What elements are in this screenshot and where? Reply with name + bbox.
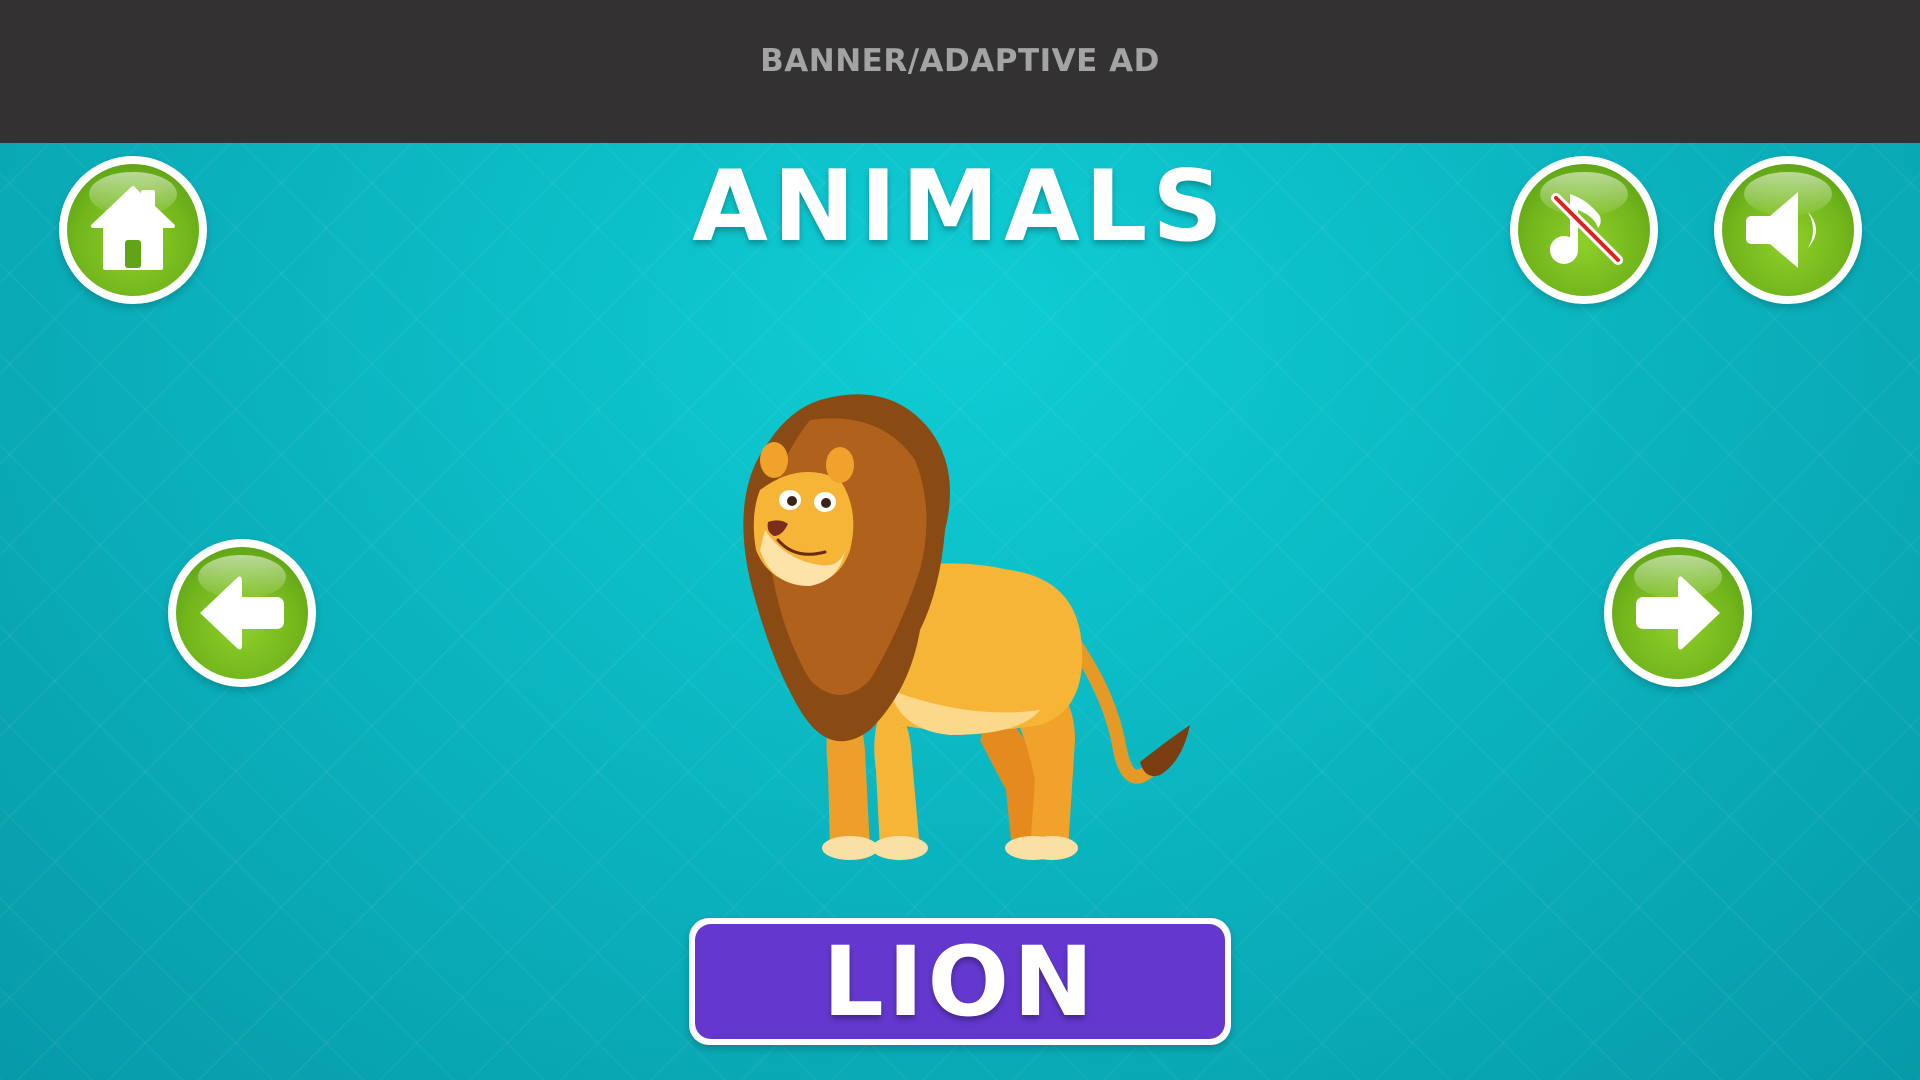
sound-button[interactable] [1714, 156, 1862, 304]
arrow-right-icon [1636, 576, 1720, 650]
animal-name-plate[interactable]: LION [689, 918, 1231, 1045]
ad-banner[interactable]: BANNER/ADAPTIVE AD [0, 0, 1920, 143]
lion-illustration [743, 394, 1190, 860]
game-screen: BANNER/ADAPTIVE AD ANIMALS LION [0, 0, 1920, 1080]
previous-button[interactable] [168, 539, 316, 687]
home-icon [91, 186, 175, 270]
ad-banner-label: BANNER/ADAPTIVE AD [760, 42, 1160, 79]
page-title: ANIMALS [692, 150, 1228, 264]
speaker-icon [1746, 192, 1816, 268]
music-toggle-button[interactable] [1510, 156, 1658, 304]
music-off-icon [1550, 193, 1623, 265]
animal-name: LION [822, 925, 1098, 1038]
next-button[interactable] [1604, 539, 1752, 687]
arrow-left-icon [200, 576, 284, 650]
home-button[interactable] [59, 156, 207, 304]
